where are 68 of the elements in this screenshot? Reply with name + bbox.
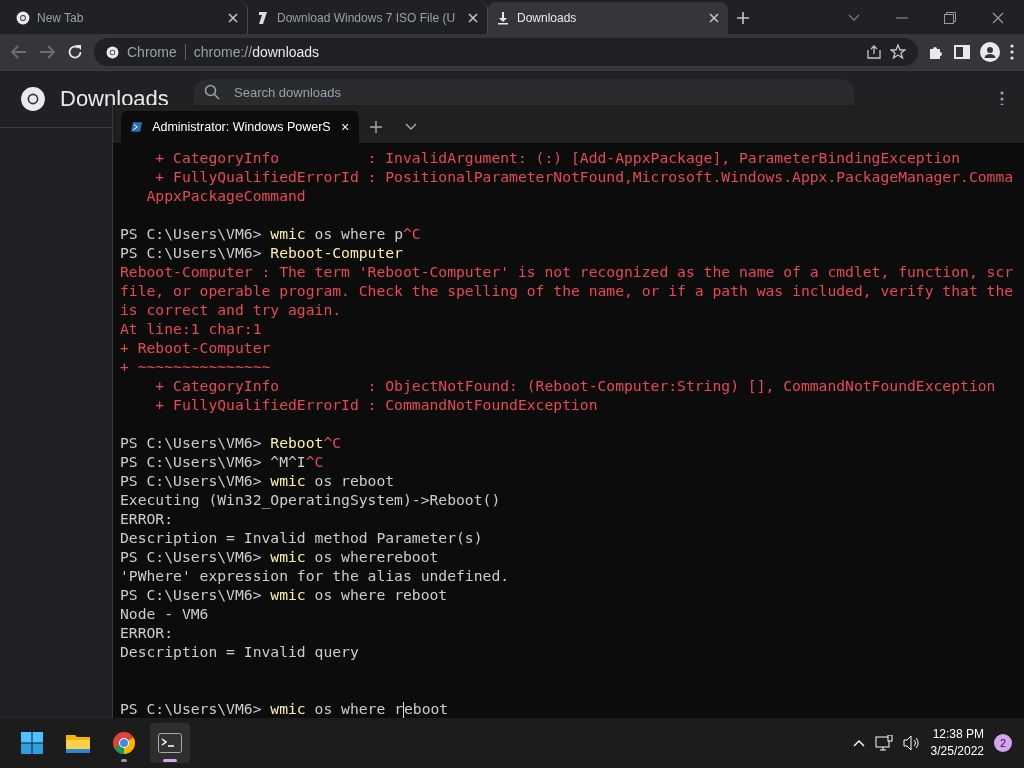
new-tab-icon[interactable] bbox=[736, 11, 750, 25]
chevron-up-icon[interactable] bbox=[852, 739, 865, 747]
powershell-icon bbox=[131, 120, 143, 134]
terminal-line: + FullyQualifiedErrorId : PositionalParameterNotFound,Microsoft.Windows.Appx.PackageManager.Comma bbox=[154, 167, 1015, 186]
terminal-line: 'PWhere' expression for the alias undefined. bbox=[120, 566, 511, 585]
close-icon[interactable] bbox=[467, 12, 479, 24]
terminal-tab[interactable]: Administrator: Windows PowerS bbox=[121, 111, 359, 143]
chrome-icon[interactable] bbox=[112, 731, 136, 755]
terminal-line: + FullyQualifiedErrorId : CommandNotFoundException bbox=[154, 395, 599, 414]
terminal-line: + ~~~~~~~~~~~~~~~ bbox=[120, 357, 272, 376]
share-icon[interactable] bbox=[866, 44, 882, 60]
profile-icon[interactable] bbox=[980, 42, 1000, 62]
terminal-line: Description = Invalid method Parameter(s) bbox=[120, 528, 484, 547]
search-icon bbox=[204, 84, 220, 100]
close-icon[interactable] bbox=[708, 12, 720, 24]
chevron-down-icon[interactable] bbox=[848, 14, 860, 22]
restore-icon[interactable] bbox=[944, 12, 956, 24]
chevron-down-icon[interactable] bbox=[405, 123, 417, 131]
terminal-line: PS C:\Users\VM6> wmic os reboot bbox=[120, 471, 396, 490]
terminal-line: At line:1 char:1 bbox=[120, 319, 263, 338]
chrome-icon bbox=[106, 45, 119, 59]
clock[interactable]: 12:38 PM 3/25/2022 bbox=[930, 726, 984, 760]
page-title: Downloads bbox=[60, 86, 170, 112]
site-icon bbox=[256, 11, 270, 25]
terminal-line: PS C:\Users\VM6> ^M^I^C bbox=[120, 452, 325, 471]
network-icon[interactable] bbox=[874, 735, 893, 751]
terminal-line: ERROR: bbox=[120, 509, 175, 528]
close-icon[interactable] bbox=[227, 12, 239, 24]
close-icon[interactable] bbox=[992, 12, 1004, 24]
chrome-icon bbox=[16, 11, 30, 25]
terminal-line: file, or operable program. Check the spelling of the name, or if a path was included, verify that the bbox=[120, 281, 1015, 300]
search-placeholder: Search downloads bbox=[234, 84, 341, 100]
terminal-line: is correct and try again. bbox=[120, 300, 343, 319]
terminal-line: + Reboot-Computer bbox=[120, 338, 272, 357]
search-field[interactable]: Search downloads bbox=[194, 79, 854, 105]
terminal-line: Description = Invalid query bbox=[120, 642, 360, 661]
terminal-line: PS C:\Users\VM6> wmic os where p^C bbox=[120, 224, 422, 243]
terminal-line: Reboot-Computer : The term 'Reboot-Computer' is not recognized as the name of a cmdlet, function, scr bbox=[120, 262, 1015, 281]
terminal-line: PS C:\Users\VM6> wmic os wherereboot bbox=[120, 547, 440, 566]
side-panel-icon[interactable] bbox=[954, 44, 970, 60]
address-bar[interactable]: Chrome chrome://downloads bbox=[94, 38, 918, 66]
terminal-line: PS C:\Users\VM6> wmic os where reboot bbox=[120, 699, 450, 718]
chrome-logo-icon bbox=[20, 86, 46, 112]
folder-icon[interactable] bbox=[65, 732, 91, 754]
reload-icon[interactable] bbox=[66, 43, 84, 61]
terminal-line: ERROR: bbox=[120, 623, 175, 642]
windows-logo-icon[interactable] bbox=[20, 731, 44, 755]
terminal-icon[interactable] bbox=[158, 733, 182, 753]
notification-badge[interactable]: 2 bbox=[994, 734, 1012, 752]
terminal-line: + CategoryInfo : InvalidArgument: (:) [Add-AppxPackage], ParameterBindingException bbox=[154, 148, 962, 167]
speaker-icon[interactable] bbox=[902, 735, 921, 751]
menu-icon[interactable] bbox=[1010, 44, 1014, 60]
terminal-tab-title: Administrator: Windows PowerS bbox=[152, 120, 331, 134]
star-icon[interactable] bbox=[890, 44, 906, 60]
close-icon[interactable] bbox=[340, 121, 349, 133]
browser-tab[interactable]: Downloads bbox=[488, 2, 728, 34]
terminal-line: PS C:\Users\VM6> Reboot^C bbox=[120, 433, 343, 452]
url-text: chrome://downloads bbox=[193, 44, 320, 60]
terminal-line: PS C:\Users\VM6> wmic os where reboot bbox=[120, 585, 449, 604]
terminal-line: PS C:\Users\VM6> Reboot-Computer bbox=[120, 243, 404, 262]
terminal-line: AppxPackageCommand bbox=[145, 186, 307, 205]
download-icon bbox=[496, 11, 510, 25]
site-label: Chrome bbox=[127, 44, 177, 60]
terminal-line: Executing (Win32_OperatingSystem)->Reboot() bbox=[120, 490, 502, 509]
terminal-line: Node - VM6 bbox=[120, 604, 210, 623]
new-tab-icon[interactable] bbox=[369, 120, 383, 134]
puzzle-icon[interactable] bbox=[928, 44, 944, 60]
terminal-line: + CategoryInfo : ObjectNotFound: (Reboot-Computer:String) [], CommandNotFoundException bbox=[154, 376, 997, 395]
